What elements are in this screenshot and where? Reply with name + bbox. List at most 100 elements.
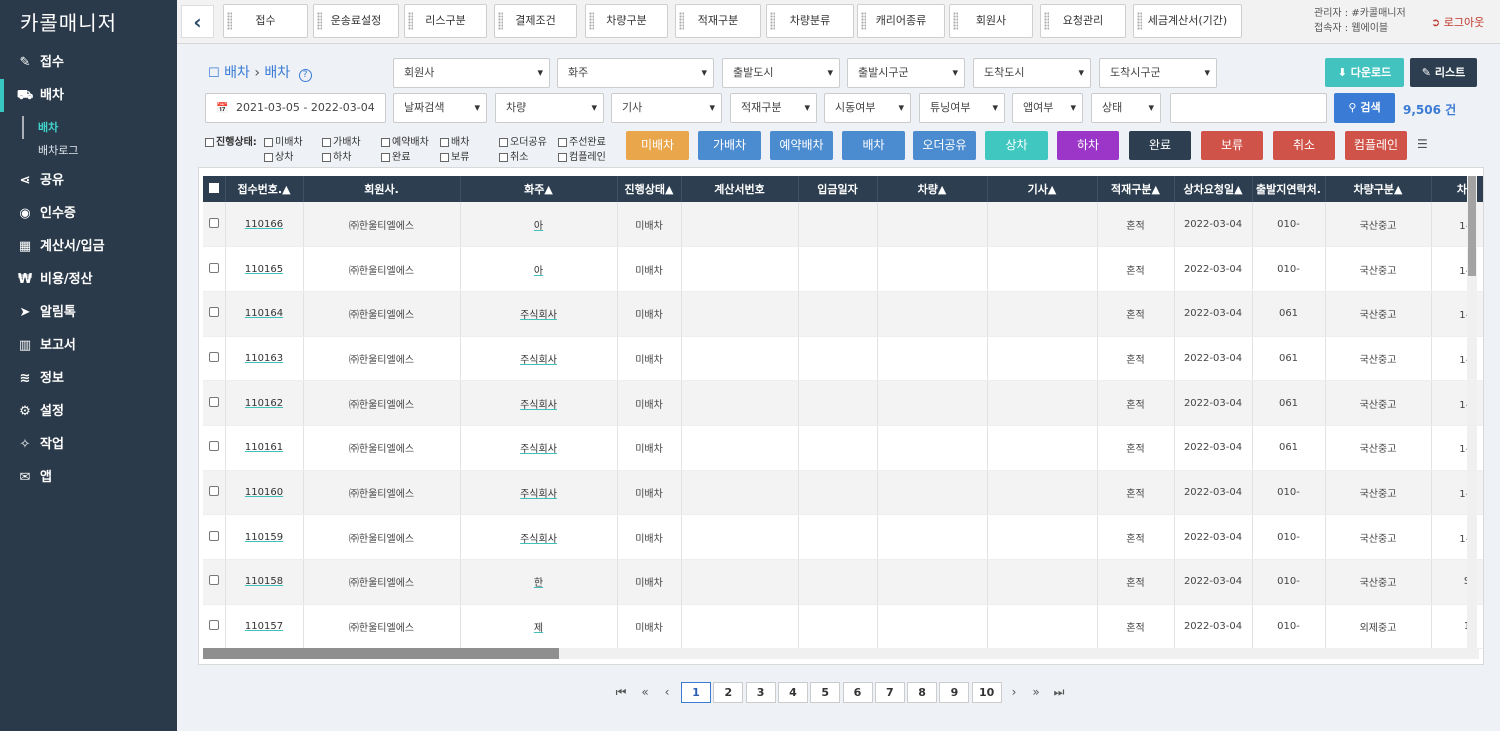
page-button-5[interactable]: 5 [810,682,841,703]
filter-select-4[interactable]: 도착도시 [973,58,1091,88]
column-header[interactable]: 출발지연락처. [1252,176,1326,202]
first-page-icon[interactable]: ⏮ [613,682,629,703]
sidebar-subitem-0[interactable]: 배차 [0,116,177,139]
column-header[interactable]: 차량구분▲ [1325,176,1432,202]
shipper-link[interactable]: 아 [534,266,543,277]
table-row[interactable]: 110162㈜한울티엘에스주식회사미배차혼적2022-03-04061국산중고1… [203,380,1483,426]
row-checkbox[interactable] [208,351,219,362]
row-checkbox[interactable] [208,441,219,452]
top-tab-2[interactable]: 리스구분 [404,4,487,38]
drag-handle-icon[interactable] [1044,12,1049,30]
row-checkbox[interactable] [208,307,219,318]
list-button[interactable]: ✎ 리스트 [1410,58,1477,87]
top-tab-8[interactable]: 회원사 [949,4,1033,38]
shipper-link[interactable]: 아 [534,221,543,232]
row-checkbox[interactable] [208,217,219,228]
order-number-link[interactable]: 110164 [245,308,283,319]
top-tab-10[interactable]: 세금계산서(기간) [1133,4,1242,38]
order-number-link[interactable]: 110161 [245,442,283,453]
shipper-link[interactable]: 주식회사 [520,400,557,411]
checkbox[interactable] [499,152,508,162]
filter-select-2-2[interactable]: 기사 [611,93,722,123]
status-option[interactable]: 보류 [440,148,469,163]
help-icon[interactable]: ? [298,69,312,82]
status-button-4[interactable]: 오더공유 [913,131,976,160]
sidebar-item-1[interactable]: ⛟ 배차 [0,79,177,112]
prev-block-icon[interactable]: « [637,682,653,703]
sidebar-item-5[interactable]: ₩ 비용/정산 [0,263,177,296]
download-button[interactable]: ⬇ 다운로드 [1325,58,1404,87]
sidebar-item-4[interactable]: ▦ 계산서/입금 [0,230,177,263]
top-tab-3[interactable]: 결제조건 [494,4,577,38]
checkbox[interactable] [558,152,567,162]
filter-select-5[interactable]: 도착시구군 [1099,58,1217,88]
sidebar-item-9[interactable]: ⚙ 설정 [0,395,177,428]
select-all-checkbox[interactable] [208,182,219,193]
status-option[interactable]: 가배차 [322,133,361,148]
sidebar-subitem-1[interactable]: 배차로그 [0,139,177,162]
row-checkbox[interactable] [208,396,219,407]
checkbox[interactable] [205,137,214,147]
status-button-9[interactable]: 취소 [1273,131,1335,160]
last-page-icon[interactable]: ⏭ [1051,682,1067,703]
sidebar-item-10[interactable]: ✧ 작업 [0,428,177,461]
checkbox[interactable] [558,137,567,147]
table-row[interactable]: 110164㈜한울티엘에스주식회사미배차혼적2022-03-04061국산중고1… [203,291,1483,337]
checkbox[interactable] [264,137,273,147]
checkbox[interactable] [322,152,331,162]
shipper-link[interactable]: 주식회사 [520,534,557,545]
sidebar-item-0[interactable]: ✎ 접수 [0,46,177,79]
status-option[interactable]: 예약배차 [381,133,429,148]
search-input[interactable] [1170,93,1327,123]
status-button-6[interactable]: 하차 [1057,131,1119,160]
order-number-link[interactable]: 110160 [245,487,283,498]
filter-select-2-5[interactable]: 튜닝여부 [919,93,1005,123]
column-header[interactable]: 입금일자 [798,176,878,202]
status-button-10[interactable]: 컴플레인 [1345,131,1407,160]
shipper-link[interactable]: 주식회사 [520,355,557,366]
vertical-scrollbar[interactable] [1467,176,1477,651]
page-button-1[interactable]: 1 [681,682,711,703]
column-header[interactable]: 기사▲ [987,176,1098,202]
table-row[interactable]: 110166㈜한울티엘에스아미배차혼적2022-03-04010-국산중고1톤 [203,202,1483,248]
top-tab-9[interactable]: 요청관리 [1040,4,1126,38]
sidebar-item-6[interactable]: ➤ 알림톡 [0,296,177,329]
column-header[interactable]: 접수번호.▲ [225,176,304,202]
filter-select-2-1[interactable]: 차량 [495,93,604,123]
prev-page-icon[interactable]: ‹ [659,682,675,703]
checkbox[interactable] [440,152,449,162]
vertical-scrollbar-thumb[interactable] [1468,176,1476,276]
table-row[interactable]: 110158㈜한울티엘에스한미배차혼적2022-03-04010-국산중고S [203,559,1483,605]
table-row[interactable]: 110157㈜한울티엘에스제미배차혼적2022-03-04010-외제중고1 [203,604,1483,650]
drag-handle-icon[interactable] [1137,12,1142,30]
bookmark-icon[interactable]: ☐ [208,66,220,81]
top-tab-5[interactable]: 적재구분 [675,4,761,38]
table-row[interactable]: 110159 ㈜한울티엘에스 주식회사 미배차 혼적 2022-03-04 010- 국산중고… [203,514,1483,560]
drag-handle-icon[interactable] [317,12,322,30]
order-number-link[interactable]: 110158 [245,576,283,587]
shipper-link[interactable]: 제 [534,623,543,634]
next-block-icon[interactable]: » [1028,682,1044,703]
status-button-3[interactable]: 배차 [842,131,905,160]
order-number-link[interactable]: 110163 [245,353,283,364]
status-option[interactable]: 미배차 [264,133,303,148]
collapse-sidebar-button[interactable]: ‹ [181,5,214,38]
drag-handle-icon[interactable] [770,12,775,30]
sidebar-item-7[interactable]: ▥ 보고서 [0,329,177,362]
column-header[interactable]: 상차요청일▲ [1174,176,1253,202]
date-range-input[interactable]: 📅 2021-03-05 - 2022-03-04 [205,93,386,123]
column-header[interactable]: 화주▲ [460,176,618,202]
status-button-5[interactable]: 상차 [985,131,1048,160]
page-button-10[interactable]: 10 [971,682,1002,703]
shipper-link[interactable]: 주식회사 [520,444,557,455]
checkbox[interactable] [381,152,390,162]
table-row[interactable]: 110165㈜한울티엘에스아미배차혼적2022-03-04010-국산중고1톤 [203,246,1483,292]
search-button[interactable]: ⚲ 검색 [1334,93,1395,123]
top-tab-0[interactable]: 접수 [223,4,308,38]
filter-select-2-7[interactable]: 상태 [1091,93,1161,123]
status-option[interactable]: 취소 [499,148,528,163]
row-checkbox[interactable] [208,262,219,273]
status-option[interactable]: 오더공유 [499,133,547,148]
drag-handle-icon[interactable] [953,12,958,30]
columns-menu-icon[interactable]: ☰ [1417,137,1428,151]
